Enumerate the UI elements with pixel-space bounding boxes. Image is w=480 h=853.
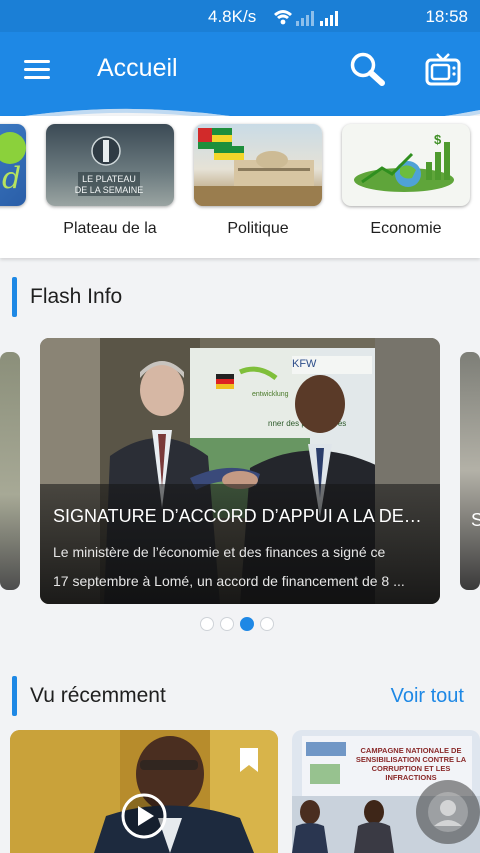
flash-info-header: Flash Info (12, 277, 472, 317)
assistant-icon (428, 792, 468, 832)
signal-bars-icon (296, 11, 338, 26)
card-description-line1: Le ministère de l’économie et des financ… (53, 544, 386, 560)
tv-icon[interactable] (424, 50, 462, 88)
category-image: $ (342, 124, 470, 206)
category-label: Economie (370, 220, 442, 237)
flash-card-next[interactable]: S (460, 352, 480, 590)
category-art: LE PLATEAU DE LA SEMAINE (75, 136, 144, 196)
pager-dot-active[interactable] (240, 617, 254, 631)
wifi-icon (274, 10, 292, 25)
category-item-plateau[interactable]: LE PLATEAU DE LA SEMAINE Plateau de la (46, 124, 174, 238)
net-speed: 4.8K/s (208, 7, 257, 26)
category-label: Plateau de la (63, 220, 157, 237)
carousel-pager (200, 617, 280, 633)
svg-text:DE LA SEMAINE: DE LA SEMAINE (75, 185, 144, 195)
banner-kfw-label: KFW (292, 358, 317, 370)
category-art (194, 128, 322, 206)
svg-text:d: d (2, 161, 21, 196)
search-icon[interactable] (348, 50, 388, 88)
category-carousel[interactable]: d LE PLATEAU DE LA SEMAINE Plateau de la (0, 116, 480, 258)
hamburger-icon[interactable] (22, 54, 52, 84)
section-title: Vu récemment (30, 684, 166, 707)
section-accent-bar (12, 676, 17, 716)
pager-dot[interactable] (200, 617, 214, 631)
poster-text: CAMPAGNE NATIONALE DE SENSIBILISATION CO… (355, 746, 467, 782)
category-item-politique[interactable]: Politique (194, 124, 322, 238)
category-item-previous[interactable]: d (0, 124, 26, 206)
card-title: SIGNATURE D’ACCORD D’APPUI A LA DECE... (53, 506, 429, 526)
status-bar: 4.8K/s 18:58 (0, 0, 480, 32)
svg-text:LE PLATEAU: LE PLATEAU (82, 174, 136, 184)
pager-dot[interactable] (220, 617, 234, 631)
category-image (194, 124, 322, 206)
recent-video-card[interactable] (10, 730, 278, 853)
svg-text:$: $ (434, 132, 442, 147)
clock: 18:58 (425, 7, 468, 26)
category-image: LE PLATEAU DE LA SEMAINE (46, 124, 174, 206)
category-image: d (0, 124, 26, 206)
floating-action-button[interactable] (416, 780, 480, 844)
page-title: Accueil (97, 54, 178, 82)
category-item-economie[interactable]: $ Economie (342, 124, 470, 238)
svg-text:entwicklung: entwicklung (252, 391, 289, 398)
section-accent-bar (12, 277, 17, 317)
see-all-link[interactable]: Voir tout (391, 685, 464, 708)
card-description-line2: 17 septembre à Lomé, un accord de financ… (53, 573, 405, 589)
pager-dot[interactable] (260, 617, 274, 631)
play-icon[interactable] (120, 792, 168, 840)
app-bar: Accueil (0, 32, 480, 106)
signal-icons (274, 10, 338, 26)
section-title: Flash Info (30, 285, 123, 308)
recent-header: Vu récemment Voir tout (12, 676, 472, 716)
category-art: d (0, 132, 26, 196)
category-label: Politique (227, 220, 289, 237)
flash-info-card[interactable]: entwicklung KFW nner des perspectives KF… (40, 338, 440, 604)
next-card-initial: S (471, 510, 480, 530)
bookmark-icon[interactable] (238, 746, 260, 774)
category-art: $ (354, 132, 454, 192)
flash-card-previous[interactable] (0, 352, 20, 590)
